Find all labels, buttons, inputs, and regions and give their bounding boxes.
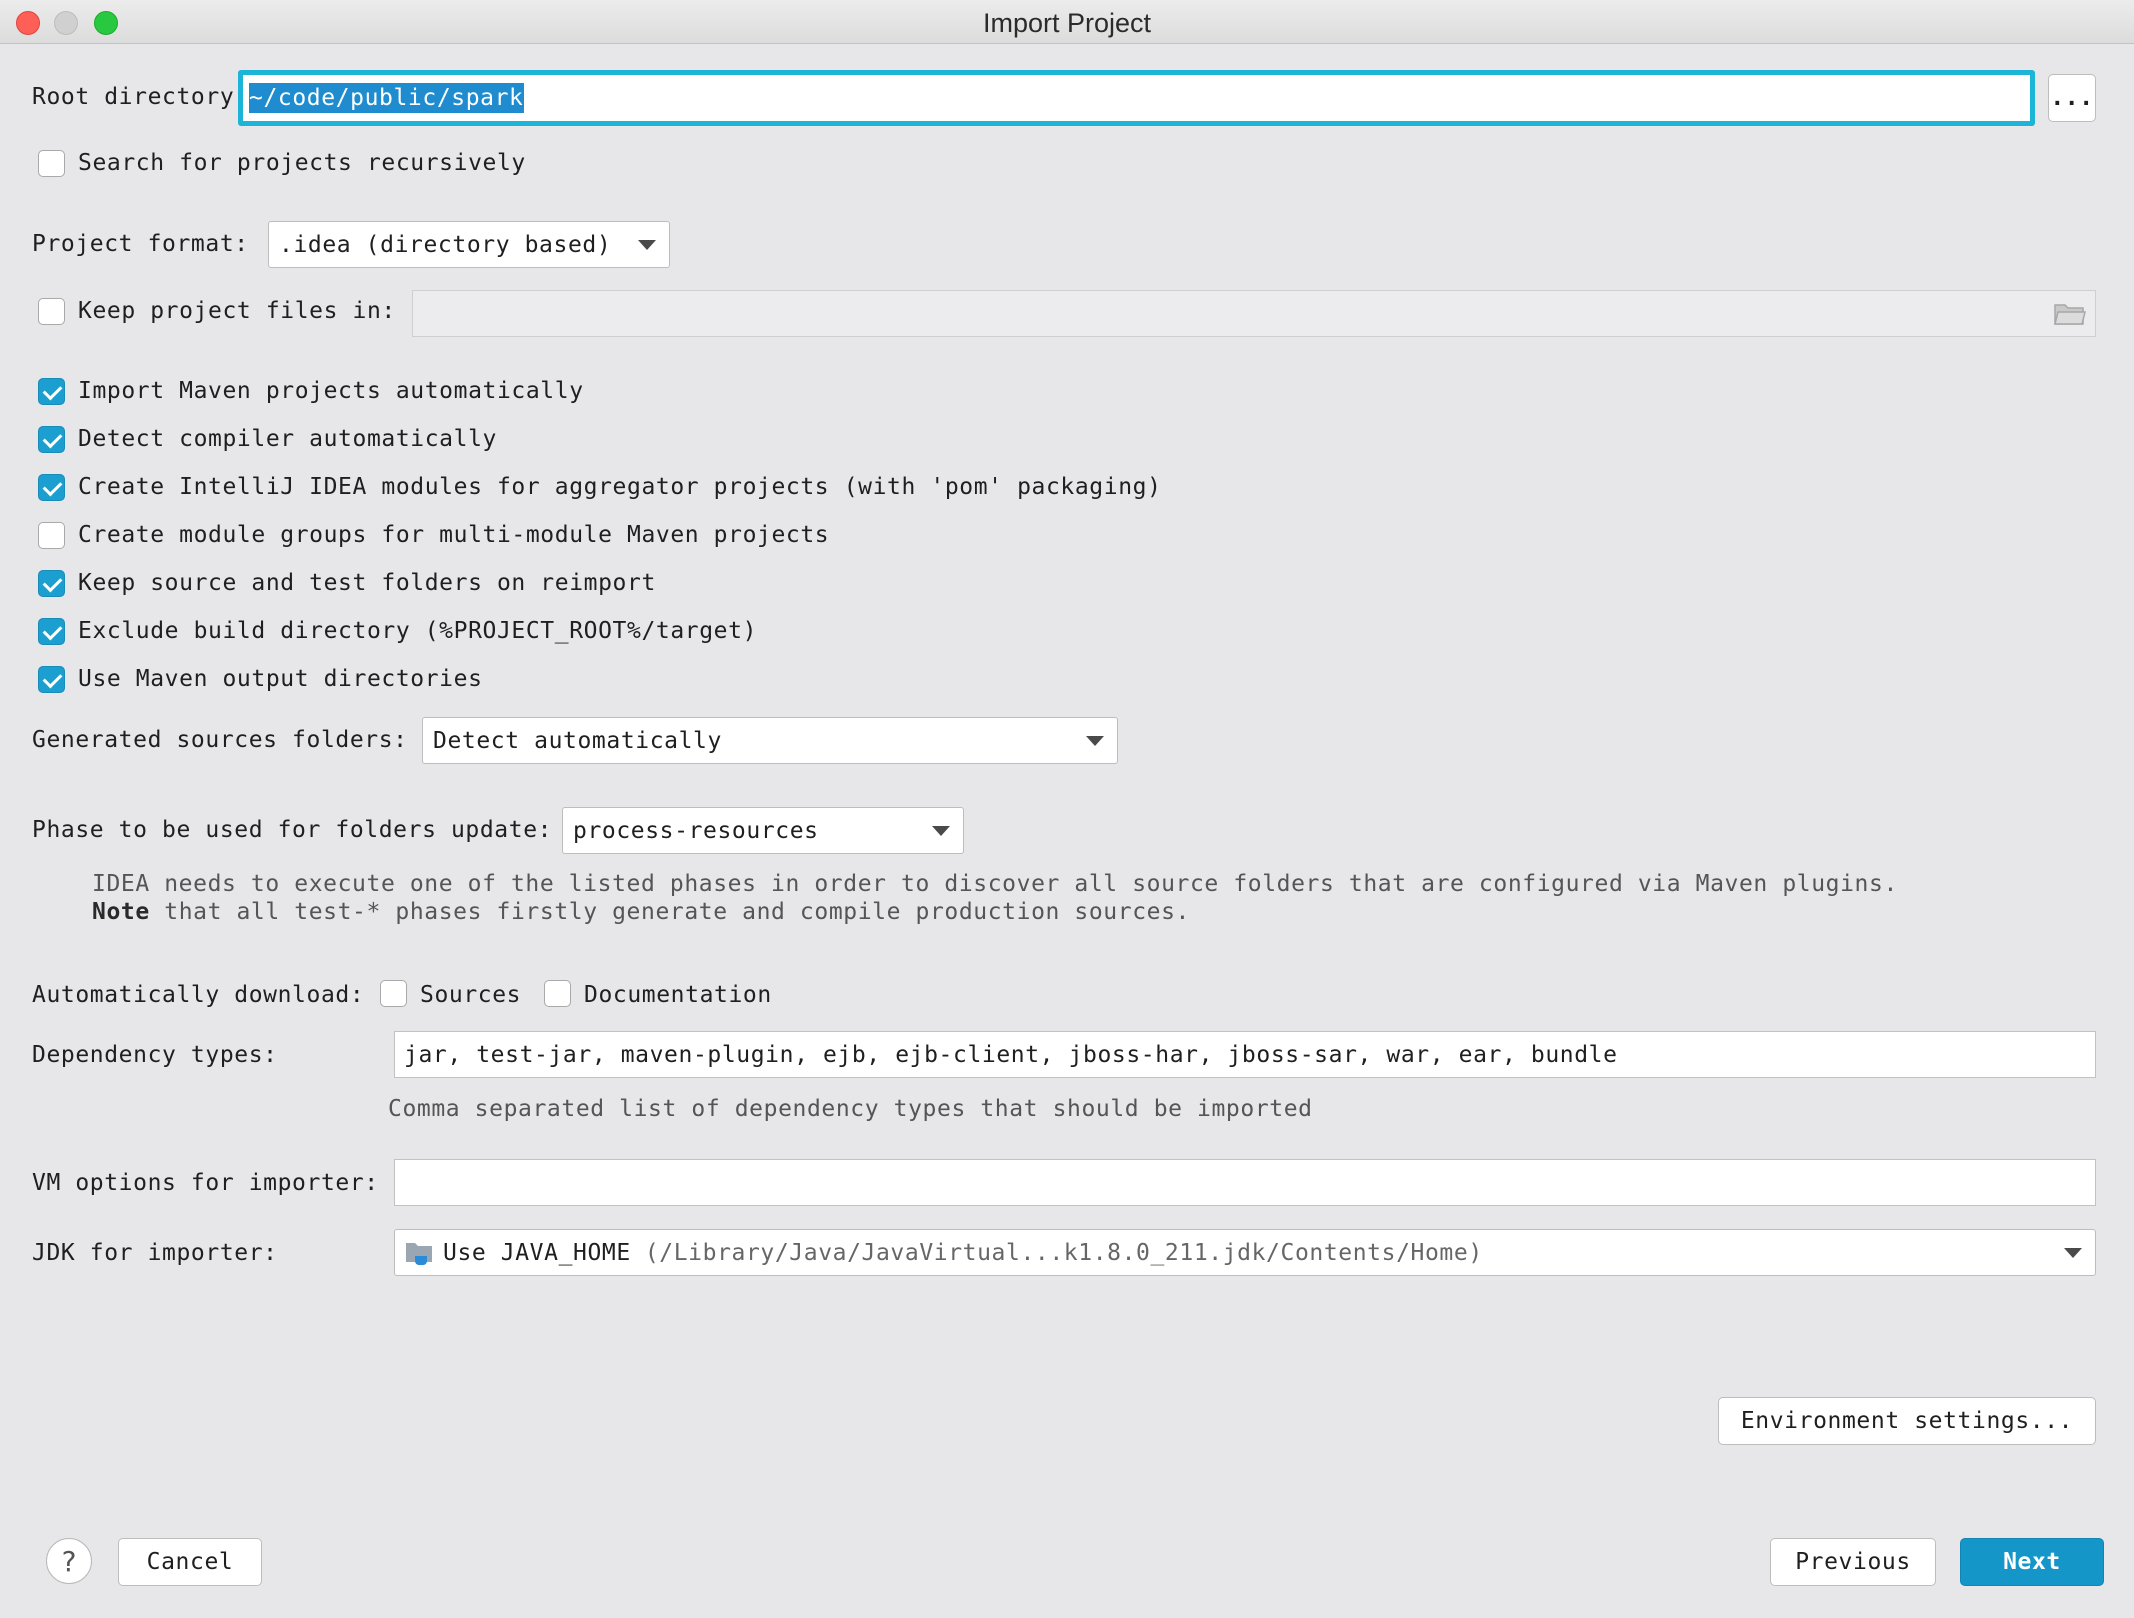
- exclude-build-dir-label: Exclude build directory (%PROJECT_ROOT%/…: [78, 618, 758, 644]
- download-docs-checkbox[interactable]: [544, 980, 571, 1007]
- dependency-types-label: Dependency types:: [32, 1042, 278, 1068]
- use-maven-output-checkbox[interactable]: [38, 666, 65, 693]
- root-directory-input[interactable]: ~/code/public/spark: [238, 70, 2035, 126]
- project-format-value: .idea (directory based): [279, 231, 612, 258]
- create-aggregator-modules-checkbox[interactable]: [38, 474, 65, 501]
- root-directory-label: Root directory: [32, 84, 235, 110]
- jdk-folder-icon: [406, 1242, 432, 1265]
- window-title: Import Project: [982, 8, 1152, 38]
- dependency-types-hint: Comma separated list of dependency types…: [388, 1096, 1313, 1122]
- import-project-dialog: Import Project Root directory ~/code/pub…: [0, 0, 2134, 1618]
- dependency-types-input[interactable]: jar, test-jar, maven-plugin, ejb, ejb-cl…: [394, 1031, 2096, 1078]
- title-bar: Import Project: [0, 0, 2134, 44]
- keep-project-files-input[interactable]: [412, 290, 2096, 337]
- phase-value: process-resources: [573, 817, 819, 844]
- folder-icon[interactable]: [2054, 302, 2086, 326]
- phase-hint-line2: Note that all test-* phases firstly gene…: [92, 899, 1190, 925]
- keep-project-files-checkbox[interactable]: [38, 298, 65, 325]
- jdk-importer-value: Use JAVA_HOME: [443, 1239, 631, 1266]
- phase-hint-line1: IDEA needs to execute one of the listed …: [92, 871, 1898, 897]
- phase-select[interactable]: process-resources: [562, 807, 964, 854]
- generated-sources-value: Detect automatically: [433, 727, 722, 754]
- import-maven-auto-checkbox[interactable]: [38, 378, 65, 405]
- auto-download-label: Automatically download:: [32, 982, 365, 1008]
- project-format-select[interactable]: .idea (directory based): [268, 221, 670, 268]
- chevron-down-icon: [638, 239, 656, 250]
- download-docs-label: Documentation: [584, 982, 772, 1008]
- phase-hint-rest: that all test-* phases firstly generate …: [149, 899, 1190, 925]
- keep-source-folders-label: Keep source and test folders on reimport: [78, 570, 656, 596]
- vm-options-input[interactable]: [394, 1159, 2096, 1206]
- phase-label: Phase to be used for folders update:: [32, 817, 553, 843]
- help-button[interactable]: ?: [46, 1538, 92, 1584]
- root-directory-value: ~/code/public/spark: [249, 83, 524, 113]
- detect-compiler-label: Detect compiler automatically: [78, 426, 497, 452]
- phase-hint-note: Note: [92, 899, 150, 925]
- previous-button[interactable]: Previous: [1770, 1538, 1936, 1586]
- vm-options-label: VM options for importer:: [32, 1170, 379, 1196]
- generated-sources-select[interactable]: Detect automatically: [422, 717, 1118, 764]
- jdk-importer-path: (/Library/Java/JavaVirtual...k1.8.0_211.…: [644, 1239, 1483, 1266]
- jdk-importer-select[interactable]: Use JAVA_HOME (/Library/Java/JavaVirtual…: [394, 1229, 2096, 1276]
- download-sources-label: Sources: [420, 982, 522, 1008]
- download-sources-checkbox[interactable]: [380, 980, 407, 1007]
- search-recursively-checkbox[interactable]: [38, 150, 65, 177]
- create-module-groups-label: Create module groups for multi-module Ma…: [78, 522, 830, 548]
- keep-project-files-label: Keep project files in:: [78, 298, 396, 324]
- environment-settings-button[interactable]: Environment settings...: [1718, 1397, 2096, 1445]
- detect-compiler-checkbox[interactable]: [38, 426, 65, 453]
- chevron-down-icon: [2064, 1247, 2082, 1258]
- cancel-button[interactable]: Cancel: [118, 1538, 262, 1586]
- project-format-label: Project format:: [32, 231, 249, 257]
- jdk-importer-label: JDK for importer:: [32, 1240, 278, 1266]
- search-recursively-label: Search for projects recursively: [78, 150, 526, 176]
- chevron-down-icon: [932, 825, 950, 836]
- create-aggregator-modules-label: Create IntelliJ IDEA modules for aggrega…: [78, 474, 1162, 500]
- generated-sources-label: Generated sources folders:: [32, 727, 408, 753]
- keep-source-folders-checkbox[interactable]: [38, 570, 65, 597]
- browse-root-button[interactable]: ...: [2048, 74, 2096, 122]
- use-maven-output-label: Use Maven output directories: [78, 666, 483, 692]
- exclude-build-dir-checkbox[interactable]: [38, 618, 65, 645]
- next-button[interactable]: Next: [1960, 1538, 2104, 1586]
- chevron-down-icon: [1086, 735, 1104, 746]
- create-module-groups-checkbox[interactable]: [38, 522, 65, 549]
- import-maven-auto-label: Import Maven projects automatically: [78, 378, 584, 404]
